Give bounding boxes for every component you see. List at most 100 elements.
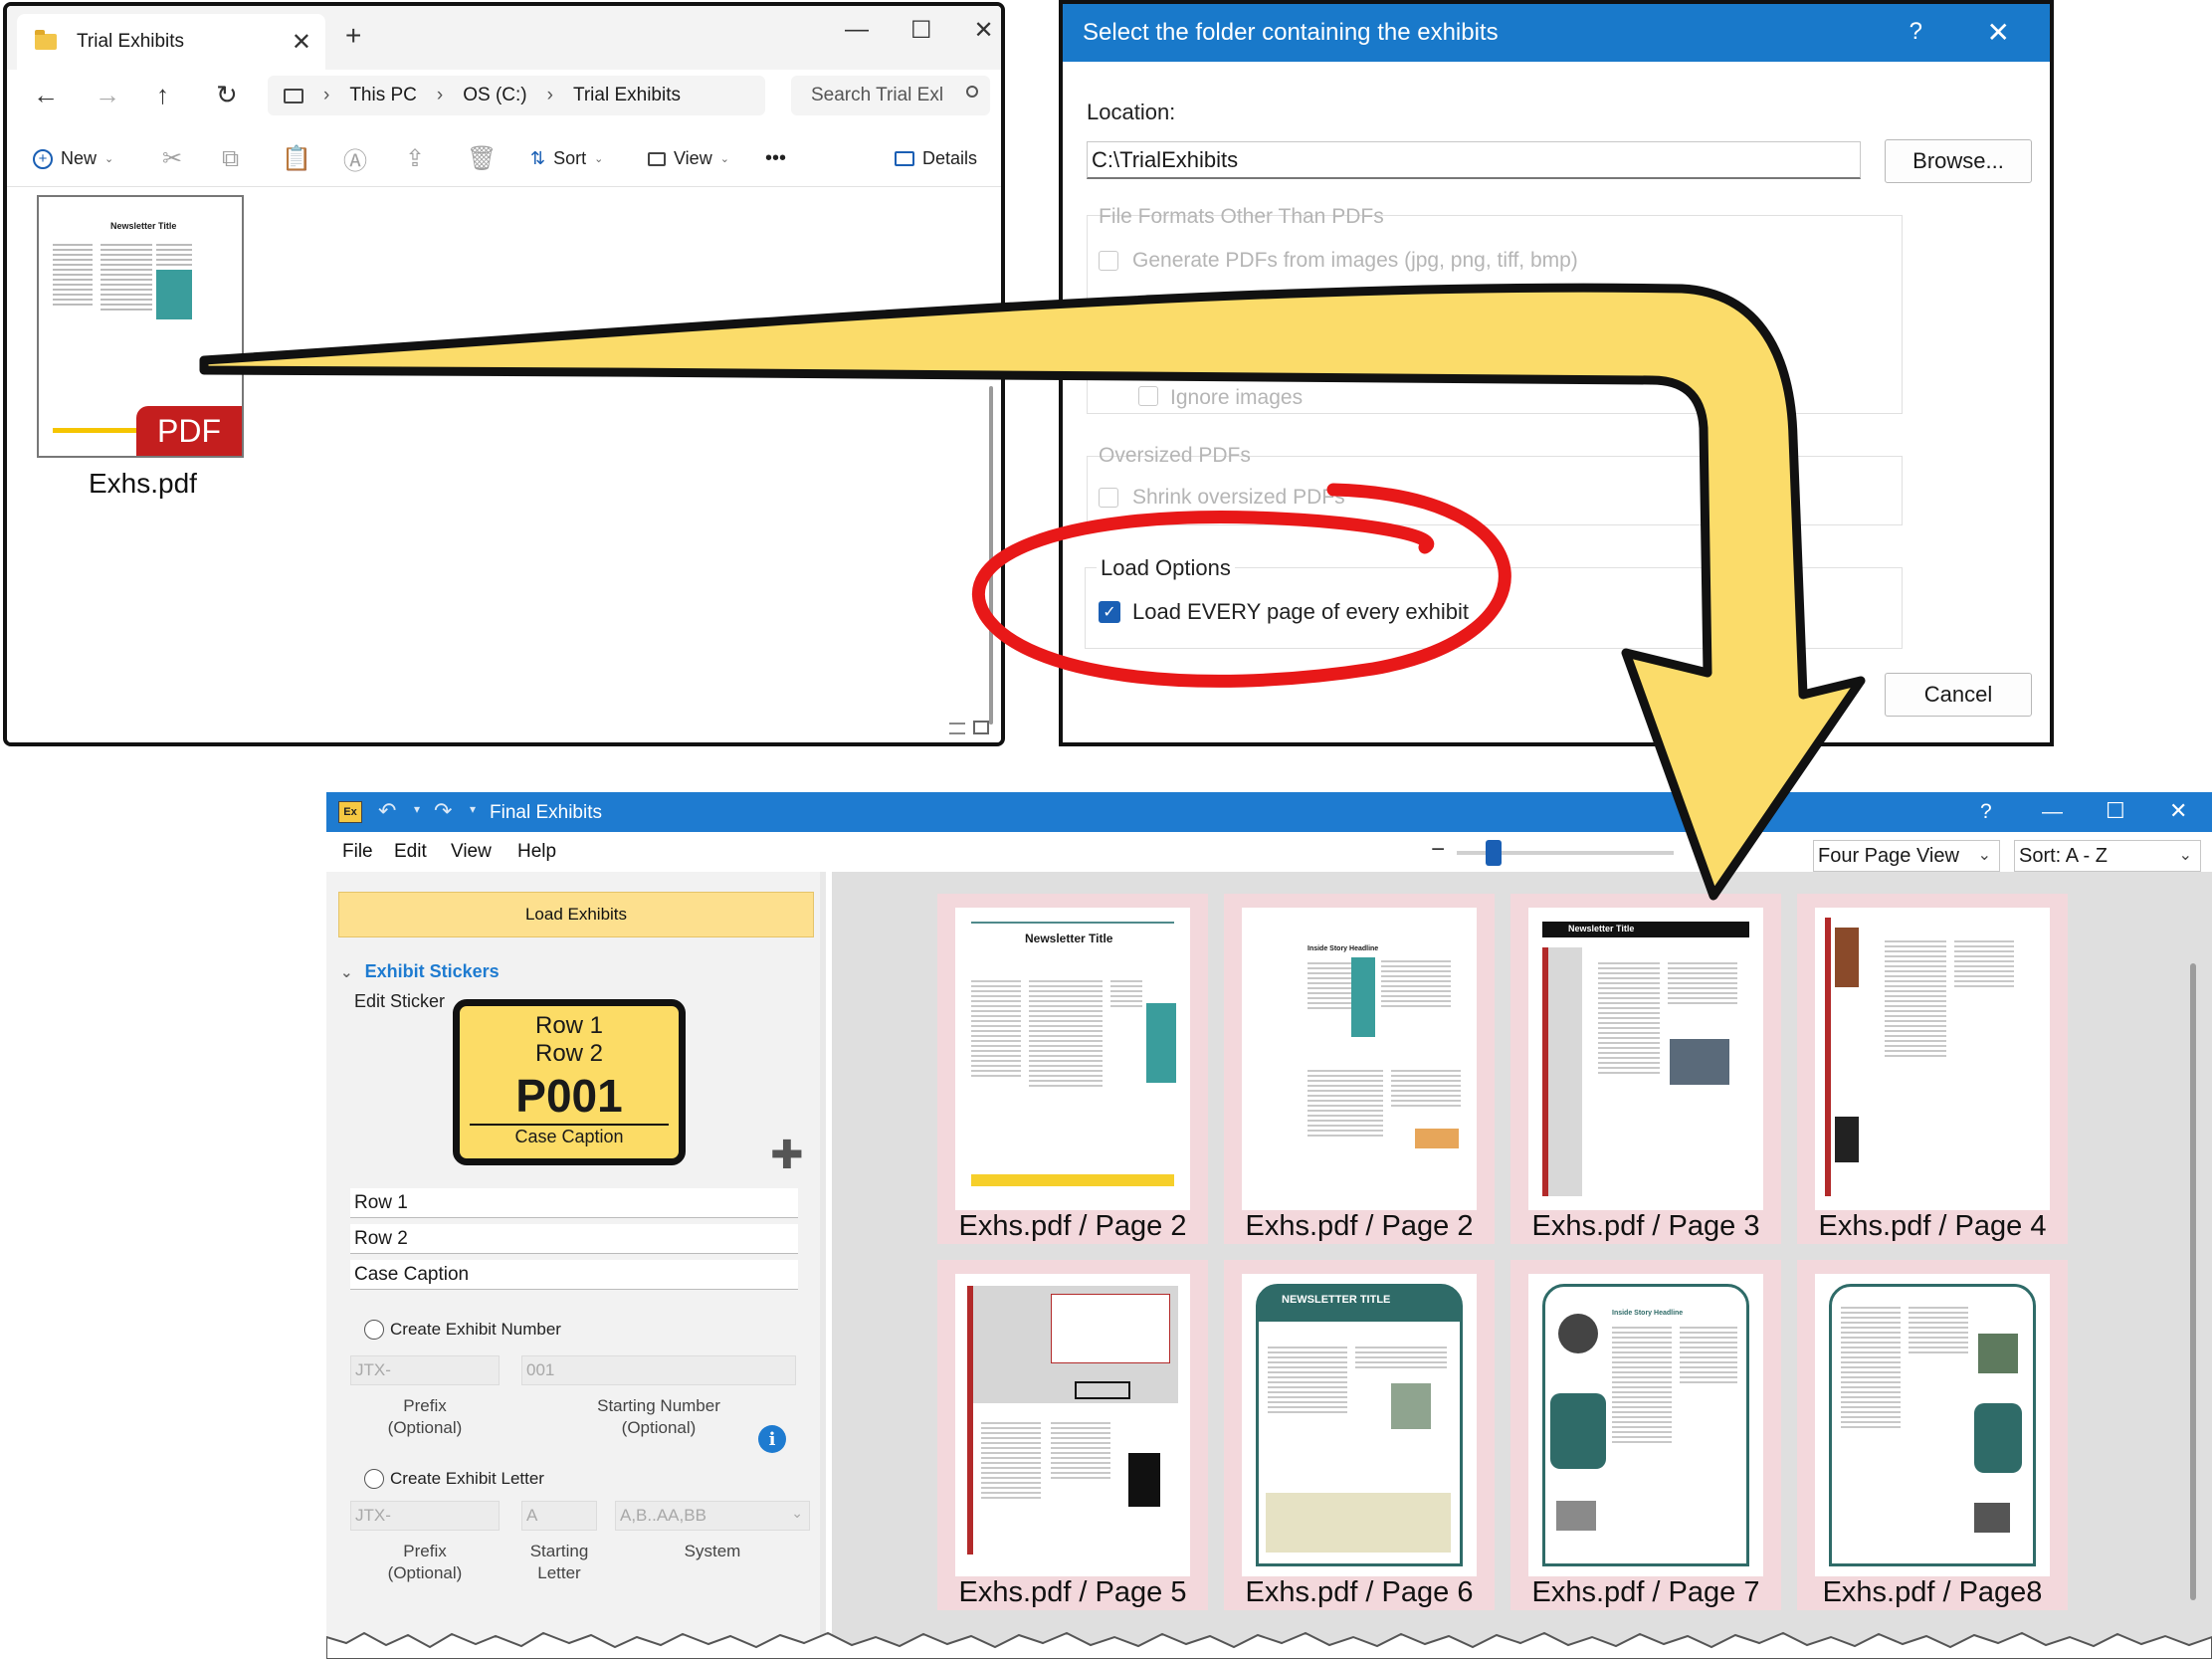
menu-view[interactable]: View [451, 841, 492, 863]
minimize-button[interactable]: — [2042, 800, 2063, 824]
letter-prefix-label: Prefix (Optional) [350, 1541, 500, 1584]
with-option-checkbox[interactable] [1144, 295, 1164, 314]
thumbnail-title: Newsletter Title [110, 221, 177, 231]
menu-file[interactable]: File [342, 841, 373, 863]
share-icon[interactable]: ⇪ [405, 144, 425, 173]
undo-icon[interactable]: ↶ [378, 798, 396, 824]
page-card[interactable]: Exhs.pdf / Page 5 [937, 1260, 1208, 1610]
page-card[interactable]: Newsletter Title Exhs.pdf / Page 3 [1510, 894, 1781, 1244]
breadcrumb-os-c[interactable]: OS (C:) [463, 85, 526, 106]
exhibit-stickers-section[interactable]: ⌄ Exhibit Stickers [340, 961, 500, 982]
letter-system-select[interactable]: A,B..AA,BB ⌄ [615, 1501, 810, 1531]
shrink-checkbox[interactable] [1099, 488, 1118, 508]
explorer-file-area: Newsletter Title PDF Exhs.pdf [7, 187, 1001, 742]
page-card[interactable]: Newsletter Title Exhs.pdf / Page 2 [937, 894, 1208, 1244]
search-input[interactable]: Search Trial Exl [791, 76, 990, 115]
prefix-label: Prefix (Optional) [350, 1395, 500, 1439]
breadcrumb-separator: › [323, 85, 330, 105]
page-card[interactable]: Inside Story Headline Exhs.pdf / Page 2 [1224, 894, 1495, 1244]
starting-number-label-text: Starting Number [597, 1396, 720, 1415]
sticker-row1: Row 1 [534, 1012, 604, 1039]
ignore-images-checkbox[interactable] [1138, 386, 1158, 406]
load-every-page-checkbox[interactable]: ✓ [1099, 601, 1120, 623]
paste-icon[interactable]: 📋 [282, 144, 311, 173]
create-number-radio[interactable] [364, 1320, 384, 1340]
close-tab-icon[interactable]: ✕ [292, 28, 311, 57]
list-view-icon[interactable] [949, 723, 965, 734]
menu-help[interactable]: Help [517, 841, 556, 863]
location-label: Location: [1087, 100, 1176, 124]
minimize-button[interactable]: — [845, 16, 869, 45]
sort-select[interactable]: Sort: A - Z ⌄ [2014, 840, 2201, 872]
page-card[interactable]: Exhs.pdf / Page8 [1797, 1260, 2068, 1610]
more-options-icon[interactable]: ••• [765, 147, 786, 170]
close-button[interactable]: ✕ [2169, 798, 2187, 824]
caption-field[interactable]: Case Caption [350, 1260, 798, 1290]
system-label: System [684, 1542, 741, 1560]
sticker-preview[interactable]: Row 1 Row 2 P001 Case Caption [453, 999, 686, 1165]
refresh-icon[interactable]: ↻ [216, 80, 238, 110]
zoom-slider-thumb[interactable] [1486, 840, 1502, 866]
breadcrumb-trial-exhibits[interactable]: Trial Exhibits [573, 85, 681, 106]
close-icon[interactable]: ✕ [1987, 16, 2010, 49]
zoom-out-icon[interactable]: − [1431, 836, 1445, 864]
load-exhibits-button[interactable]: Load Exhibits [338, 892, 814, 937]
final-exhibits-window: Ex ↶ ▾ ↷ ▾ Final Exhibits ? — ☐ ✕ File E… [326, 792, 2212, 1659]
new-button[interactable]: + New ⌄ [33, 148, 113, 169]
add-sticker-icon[interactable]: ✚ [770, 1133, 804, 1178]
details-button[interactable]: Details [895, 148, 977, 169]
thumbnail-title: Newsletter Title [1025, 932, 1113, 945]
breadcrumb[interactable]: › This PC › OS (C:) › Trial Exhibits [268, 76, 765, 115]
redo-icon[interactable]: ↷ [434, 798, 452, 824]
maximize-button[interactable]: ☐ [2106, 798, 2125, 824]
create-letter-radio[interactable] [364, 1469, 384, 1489]
pdf-file-icon: PDF [136, 406, 242, 456]
help-icon[interactable]: ? [1980, 800, 1992, 824]
view-button[interactable]: View ⌄ [648, 148, 729, 169]
pdf-file-thumbnail[interactable]: Newsletter Title PDF [37, 195, 244, 458]
browse-button[interactable]: Browse... [1885, 139, 2032, 183]
starting-number-input[interactable]: 001 [521, 1355, 796, 1385]
page-card[interactable]: NEWSLETTER TITLE Exhs.pdf / Page 6 [1224, 1260, 1495, 1610]
breadcrumb-separator: › [436, 85, 444, 105]
up-icon[interactable]: ↑ [156, 80, 169, 110]
explorer-scrollbar[interactable] [989, 386, 993, 725]
page-card[interactable]: Inside Story Headline Exhs.pdf / Page 7 [1510, 1260, 1781, 1610]
generate-pdfs-checkbox[interactable] [1099, 251, 1118, 271]
location-input[interactable]: C:\TrialExhibits [1087, 141, 1861, 179]
chevron-down-icon: ⌄ [1977, 847, 1991, 864]
rename-icon[interactable]: Ⓐ [343, 141, 367, 176]
file-name[interactable]: Exhs.pdf [89, 468, 197, 500]
close-button[interactable]: ✕ [974, 16, 994, 45]
row2-field[interactable]: Row 2 [350, 1224, 798, 1254]
delete-icon[interactable]: 🗑 [467, 144, 497, 173]
maximize-button[interactable]: ☐ [910, 16, 932, 45]
cut-icon[interactable]: ✂ [162, 144, 182, 173]
starting-letter-input[interactable]: A [521, 1501, 597, 1531]
sort-button[interactable]: ⇅ Sort ⌄ [530, 148, 603, 169]
chevron-down-icon[interactable]: ▾ [414, 802, 420, 816]
chevron-down-icon[interactable]: ▾ [470, 802, 476, 816]
help-icon[interactable]: ? [1910, 18, 1922, 46]
chevron-down-icon: ⌄ [791, 1505, 803, 1521]
letter-prefix-input[interactable]: JTX- [350, 1501, 500, 1531]
file-explorer-window: Trial Exhibits ✕ + — ☐ ✕ ← → ↑ ↻ › This … [3, 2, 1005, 746]
torn-edge [326, 1631, 2212, 1659]
starting-letter-label: Starting Letter [521, 1541, 597, 1584]
thumbnail-title: Newsletter Title [1568, 924, 1635, 933]
forward-icon[interactable]: → [95, 80, 120, 110]
cancel-button[interactable]: Cancel [1885, 673, 2032, 717]
page-card[interactable]: Exhs.pdf / Page 4 [1797, 894, 2068, 1244]
explorer-tab[interactable]: Trial Exhibits ✕ [17, 14, 325, 70]
copy-icon[interactable]: ⧉ [222, 145, 239, 173]
number-prefix-input[interactable]: JTX- [350, 1355, 500, 1385]
tiles-view-icon[interactable] [973, 721, 989, 734]
explorer-command-bar: + New ⌄ ✂ ⧉ 📋 Ⓐ ⇪ 🗑 ⇅ Sort ⌄ View ⌄ ••• … [7, 131, 1001, 187]
page-grid-scrollbar[interactable] [2190, 963, 2196, 1600]
new-tab-button[interactable]: + [345, 20, 361, 52]
row1-field[interactable]: Row 1 [350, 1188, 798, 1218]
back-icon[interactable]: ← [33, 80, 59, 110]
view-mode-select[interactable]: Four Page View ⌄ [1813, 840, 2000, 872]
menu-edit[interactable]: Edit [394, 841, 427, 863]
breadcrumb-this-pc[interactable]: This PC [349, 85, 417, 106]
